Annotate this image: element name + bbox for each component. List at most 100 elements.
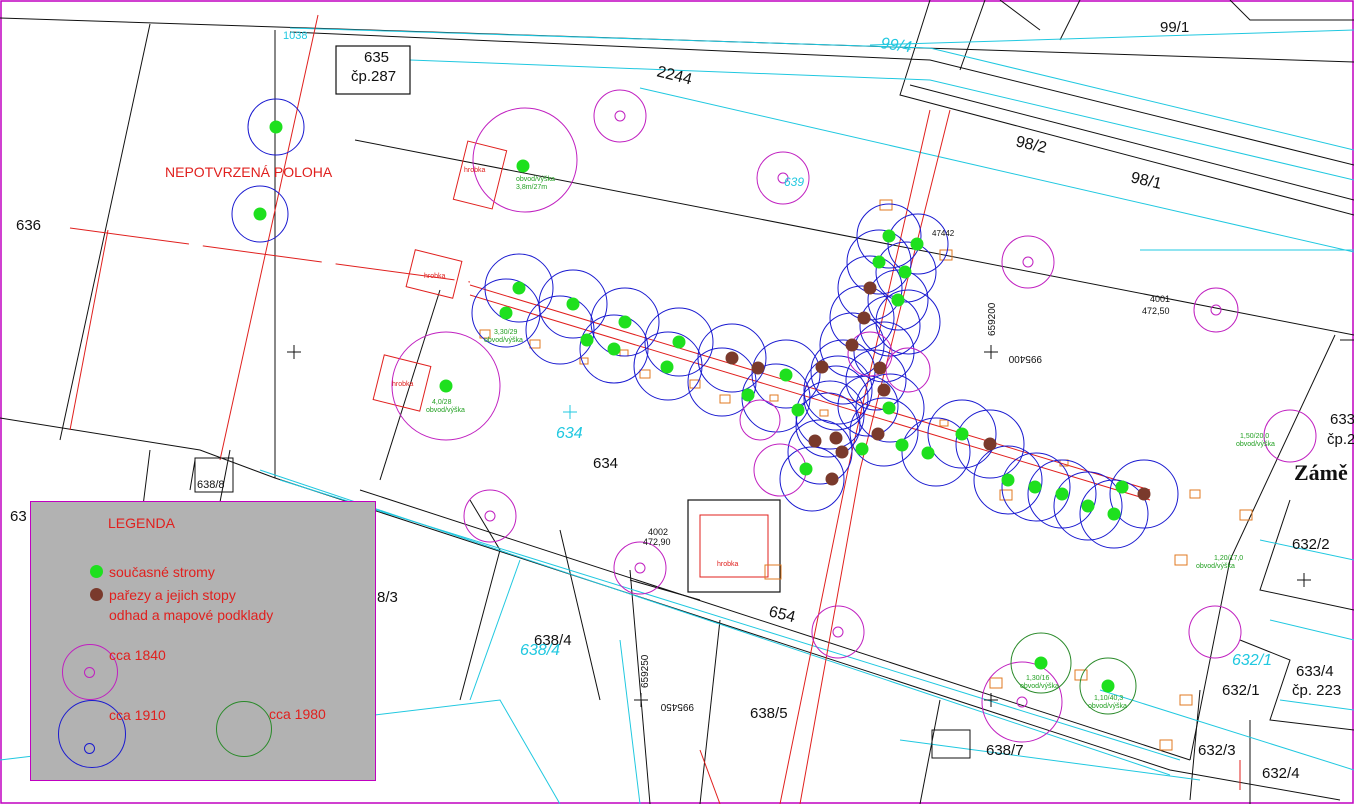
- parcel-638-7: 638/7: [986, 742, 1024, 759]
- height-4001: 4001: [1150, 294, 1170, 304]
- tree-label-bottom-a: 1,30/16: [1026, 675, 1049, 682]
- current-tree-icon: [1028, 480, 1042, 494]
- current-tree-icon: [910, 237, 924, 251]
- parcel-634: 634: [593, 455, 618, 472]
- tree-label-bottom-a2: obvod/výška: [1020, 683, 1059, 690]
- tree-label-top: obvod/výška: [516, 176, 555, 183]
- coord-659250: 659250: [640, 654, 651, 688]
- current-tree-icon: [607, 342, 621, 356]
- height-47442: 47442: [932, 229, 955, 238]
- parcel-632-4: 632/4: [1262, 765, 1300, 782]
- tree-ring-1840-center: [634, 562, 646, 574]
- current-tree-icon: [741, 388, 755, 402]
- tree-ring-1910: [845, 349, 907, 411]
- stump-icon: [877, 383, 891, 397]
- castle-label: Zámě: [1294, 460, 1348, 485]
- current-tree-icon: [895, 438, 909, 452]
- parcel-638-5: 638/5: [750, 705, 788, 722]
- parcel-1038: 1038: [283, 30, 307, 42]
- tomb-label-3: hrobka: [392, 381, 414, 388]
- road-2244: 2244: [655, 63, 694, 88]
- current-tree-icon: [779, 368, 793, 382]
- tomb-label-2: hrobka: [424, 273, 446, 280]
- legend-era-1910: cca 1910: [109, 707, 166, 723]
- current-tree-icon: [1055, 487, 1069, 501]
- parcel-635-cp: čp.287: [351, 68, 396, 85]
- parcel-633: 633: [1330, 411, 1354, 428]
- tree-label-left-value: 4,0/28: [432, 399, 452, 406]
- stump-icon: [857, 311, 871, 325]
- tree-ring-1840: [1001, 235, 1055, 289]
- legend-era-1840: cca 1840: [109, 647, 166, 663]
- current-tree-icon: [1081, 499, 1095, 513]
- parcel-639: 639: [784, 175, 804, 189]
- current-tree-icon: [269, 120, 283, 134]
- parcel-638-8: 638/8: [197, 479, 225, 491]
- current-tree-icon: [799, 462, 813, 476]
- parcel-636: 636: [16, 217, 41, 234]
- tree-ring-1840-center: [1022, 256, 1034, 268]
- parcel-633-cp: čp.2: [1327, 431, 1354, 448]
- parcel-63: 63: [10, 508, 27, 525]
- coord-659200: 659200: [987, 302, 998, 336]
- current-tree-icon: [1115, 480, 1129, 494]
- tree-ring-1840-center: [484, 510, 496, 522]
- height-4002-value: 472,90: [643, 537, 671, 547]
- current-tree-icon: [660, 360, 674, 374]
- tree-ring-1840-center: [832, 626, 844, 638]
- tree-label-bottom-b: 1,10/40,3: [1094, 695, 1123, 702]
- stump-icon: [983, 437, 997, 451]
- tree-ring-1840: [593, 89, 647, 143]
- stump-icon: [835, 445, 849, 459]
- tree-label-left: obvod/výška: [426, 407, 465, 414]
- stump-icon: [871, 427, 885, 441]
- ring-1910-center-icon: [84, 743, 95, 754]
- tree-label-right2b: obvod/výška: [1196, 563, 1235, 570]
- current-tree-icon: [672, 335, 686, 349]
- parcel-633-4-cp: čp. 223: [1292, 682, 1341, 699]
- parcel-98-2: 98/2: [1014, 133, 1048, 157]
- current-tree-icon: [516, 159, 530, 173]
- tree-ring-1840: [739, 399, 781, 441]
- stump-icon: [825, 472, 839, 486]
- current-tree-icon: [955, 427, 969, 441]
- ring-1840-center-icon: [84, 667, 95, 678]
- stump-icon: [1137, 487, 1151, 501]
- parcel-632-1-cyan: 632/1: [1232, 652, 1272, 669]
- tree-label-right: obvod/výška: [1236, 441, 1275, 448]
- tree-label-bottom-b2: obvod/výška: [1088, 703, 1127, 710]
- tree-ring-1840: [613, 541, 667, 595]
- current-tree-icon: [791, 403, 805, 417]
- object-markers: [479, 199, 1253, 751]
- tree-label-row-a2: obvod/výška: [484, 337, 523, 344]
- tree-ring-1840: [1193, 287, 1239, 333]
- current-tree-icon: [618, 315, 632, 329]
- parcel-632-2: 632/2: [1292, 536, 1330, 553]
- legend-current-trees: současné stromy: [109, 564, 215, 580]
- parcel-638-4-cyan: 638/4: [520, 642, 560, 659]
- stump-icon: [808, 434, 822, 448]
- current-tree-icon: [882, 229, 896, 243]
- current-tree-icon: [1107, 507, 1121, 521]
- current-tree-icon: [898, 265, 912, 279]
- coord-995450: 995450: [660, 701, 694, 712]
- legend-panel: LEGENDA současné stromy pařezy a jejich …: [30, 501, 376, 781]
- tree-ring-1910: [525, 295, 595, 365]
- stump-icon: [815, 360, 829, 374]
- stump-icon: [829, 431, 843, 445]
- legend-era-1980: cca 1980: [269, 706, 326, 722]
- current-tree-icon: [882, 401, 896, 415]
- height-4001-value: 472,50: [1142, 306, 1170, 316]
- parcel-8-3: 8/3: [377, 589, 398, 606]
- current-tree-icon: [580, 333, 594, 347]
- tree-ring-1840: [753, 443, 807, 497]
- current-tree-icon: [855, 442, 869, 456]
- tree-ring-1840-center: [1210, 304, 1222, 316]
- current-tree-icon: [872, 255, 886, 269]
- parcel-99-1: 99/1: [1160, 19, 1189, 36]
- stump-icon: [751, 361, 765, 375]
- tree-label-right-value: 1,50/20,0: [1240, 433, 1269, 440]
- parcel-633-4: 633/4: [1296, 663, 1334, 680]
- parcel-634-cyan: 634: [556, 425, 583, 442]
- current-tree-icon: [566, 297, 580, 311]
